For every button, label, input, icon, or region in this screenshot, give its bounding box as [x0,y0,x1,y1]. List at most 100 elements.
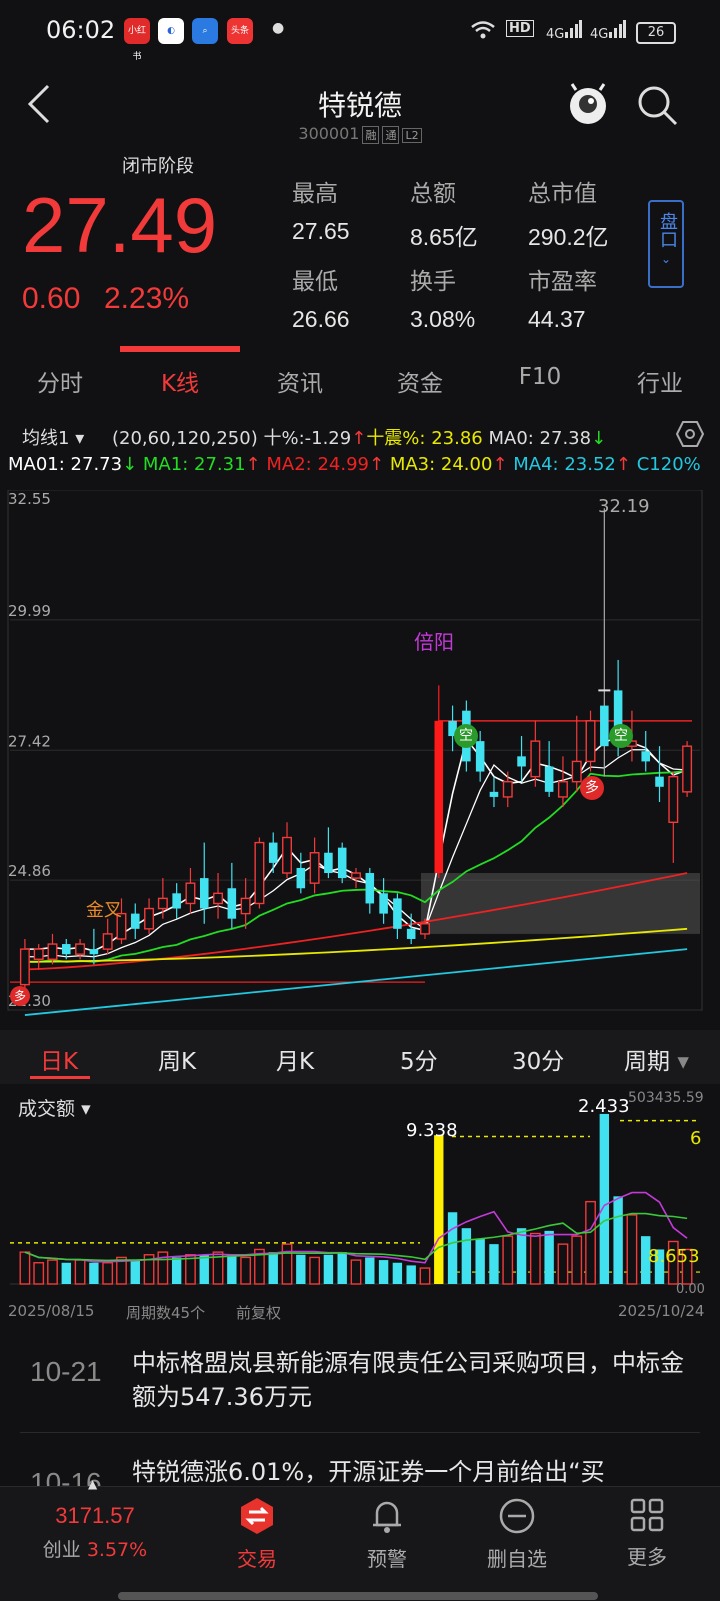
trade-icon [192,1497,322,1539]
market-state: 闭市阶段 [122,156,194,177]
volume-chart[interactable] [0,1084,720,1320]
app-icon: ◐ [158,18,184,44]
index-value: 3171.57 [55,1503,135,1528]
short-signal-badge: 空 [609,724,633,748]
volume-bar [102,1262,114,1285]
volume-bar [296,1254,306,1284]
long-signal-badge: 多 [580,776,604,800]
hd-icon: HD [506,20,534,37]
stat-value-pe: 44.37 [528,306,586,332]
nav-remove-label: 删自选 [487,1547,547,1571]
golden-cross-label: 金叉 [86,900,122,921]
double-yang-label: 倍阳 [414,630,454,654]
nav-trade[interactable]: 交易 [192,1487,322,1572]
stat-value-amount: 8.65亿 [410,224,478,250]
volume-bar [392,1262,403,1284]
status-bar: 06:02 小红书 ◐ ⌕ 头条 ● HD 4G 4G 26 [0,0,720,62]
caret-down-icon: ▾ [81,1098,91,1120]
candle-body [379,893,388,914]
candle-body [33,948,44,960]
volume-bar [130,1260,140,1284]
y-tick-label: 27.42 [8,732,51,750]
news-date: 10-21 [30,1356,102,1387]
search-icon[interactable] [636,84,680,132]
tab-weekly[interactable]: 周K [158,1042,196,1076]
candle-body [393,898,402,929]
volume-avg-label: 8.653 [648,1246,700,1267]
tab-kline[interactable]: K线 [120,364,240,398]
candle-body [641,751,650,762]
volume-bar [350,1259,362,1285]
candle-body [268,842,278,863]
tab-5min[interactable]: 5分 [400,1042,438,1076]
price-change-pct: 2.23% [104,282,190,315]
volume-bar [406,1265,416,1284]
stat-label-pe: 市盈率 [528,269,597,295]
robot-icon[interactable] [566,82,610,134]
tab-30min[interactable]: 30分 [512,1042,564,1076]
ma-selector[interactable]: 均线1 ▾ [22,424,84,450]
search-app-icon: ⌕ [192,18,218,44]
ma-values-line: MA01: 27.73↓ MA1: 27.31↑ MA2: 24.99↑ MA3… [8,454,701,475]
nav-remove-watchlist[interactable]: 删自选 [452,1487,582,1572]
pankou-button[interactable]: 盘口 ⌄ [648,200,684,288]
candle-body [489,791,499,797]
tab-monthly[interactable]: 月K [276,1042,314,1076]
volume-indicator-selector[interactable]: 成交额 ▾ [18,1094,91,1121]
stat-label-turnover: 换手 [410,269,456,295]
stat-label-amount: 总额 [410,181,456,207]
candle-body [130,913,140,929]
volume-bar [489,1244,499,1284]
tab-f10[interactable]: F10 [480,364,600,390]
candle-body [585,720,596,763]
volume-bar [378,1260,389,1284]
volume-bar [281,1243,293,1285]
volume-peak2-label: 2.433 [578,1096,630,1117]
tab-news[interactable]: 资讯 [240,364,360,398]
candle-body [682,745,693,793]
volume-bar [599,1113,610,1284]
candle-body [600,705,609,747]
volume-bar [337,1252,347,1284]
y-tick-label: 29.99 [8,602,51,620]
candle-body [172,893,181,909]
volume-zero-label: 0.00 [676,1282,705,1297]
nav-more[interactable]: 更多 [582,1487,712,1570]
tab-daily[interactable]: 日K [40,1042,78,1076]
index-ticker[interactable]: 3171.57 创业 3.57% [0,1503,190,1562]
kline-chart[interactable]: 32.5529.9927.4224.8622.30 [0,490,720,1030]
candle-body [254,841,265,905]
stat-value-low: 26.66 [292,306,350,332]
caret-down-icon: ▾ [677,1049,689,1075]
ma-legend: 均线1 ▾ (20,60,120,250) 十%:-1.29↑十震%: 23.8… [0,418,720,484]
news-item[interactable]: 10-16 特锐德涨6.01%，开源证券一个月前给出“买 [0,1433,720,1493]
short-signal-badge: 空 [454,724,478,748]
header: 特锐德 300001 融通 L2 [0,62,720,152]
volume-bar [365,1257,375,1284]
candle-body [199,878,209,909]
volume-bar [626,1214,638,1285]
candle-body [475,741,485,772]
nav-alert-label: 预警 [367,1547,407,1571]
tab-industry[interactable]: 行业 [600,364,720,398]
pankou-label: 盘口 [657,212,678,248]
tab-period[interactable]: 周期 ▾ [624,1042,689,1076]
volume-bar [19,1251,31,1285]
tab-funds[interactable]: 资金 [360,364,480,398]
candle-body [227,888,237,919]
xiaohongshu-app-icon: 小红书 [124,18,150,62]
tab-fenshi[interactable]: 分时 [0,364,120,398]
period-tabs: 日K 周K 月K 5分 30分 周期 ▾ [0,1030,720,1084]
news-list: 10-21 中标格盟岚县新能源有限责任公司采购项目，中标金额为547.36万元 … [0,1320,720,1493]
candle-body [144,907,155,930]
candle-body [337,847,347,879]
caret-up-icon[interactable]: ▲ [88,1477,97,1491]
nav-alert[interactable]: 预警 [322,1487,452,1572]
volume-bar [447,1212,458,1284]
news-item[interactable]: 10-21 中标格盟岚县新能源有限责任公司采购项目，中标金额为547.36万元 [0,1320,720,1432]
volume-bar [171,1257,182,1284]
settings-icon[interactable] [675,420,705,453]
stat-label-mktcap: 总市值 [528,181,597,207]
volume-bar [557,1243,569,1285]
volume-bar [529,1232,541,1285]
